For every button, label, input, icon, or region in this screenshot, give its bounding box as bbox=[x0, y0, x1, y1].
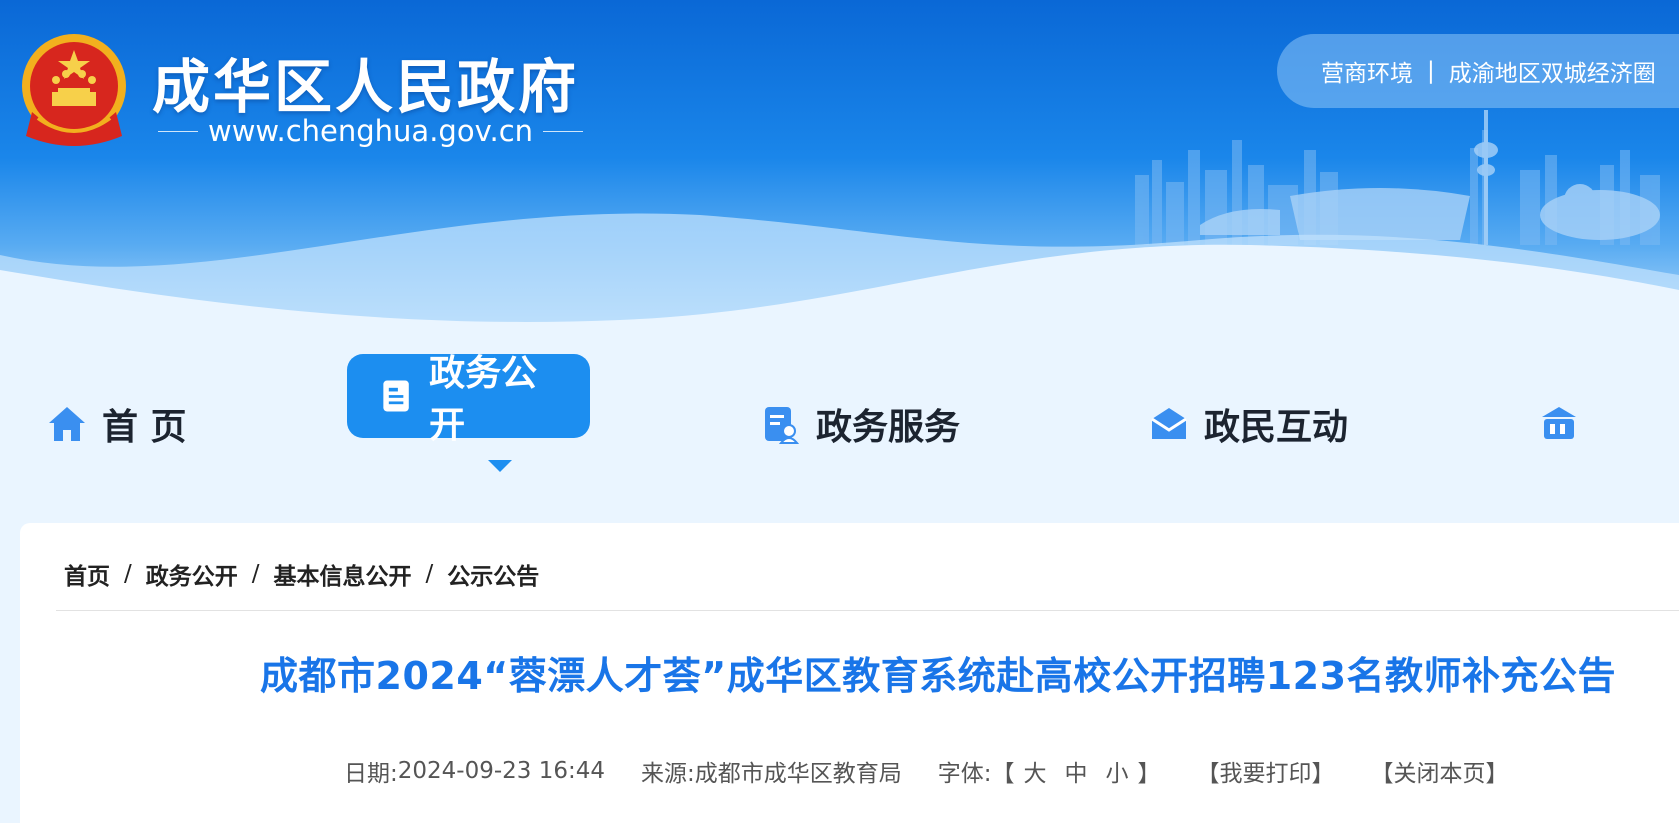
url-decor-line-right bbox=[543, 130, 584, 132]
national-emblem-icon bbox=[22, 34, 126, 146]
font-bracket-open: 【 bbox=[991, 761, 1015, 787]
nav-item-next-partial[interactable] bbox=[1538, 380, 1594, 468]
breadcrumb-gov-affairs-open[interactable]: 政务公开 bbox=[146, 557, 238, 591]
nav-item-gov-services[interactable]: 政务服务 bbox=[760, 380, 960, 468]
article-title: 成都市2024“蓉漂人才荟”成华区教育系统赴高校公开招聘123名教师补充公告 bbox=[260, 654, 1617, 698]
home-icon bbox=[49, 407, 85, 441]
nav-item-label: 政务服务 bbox=[816, 407, 961, 448]
font-size-small-button[interactable]: 小 bbox=[1106, 754, 1129, 788]
article-meta: 日期: 2024-09-23 16:44 来源: 成都市成华区教育局 字体: 【… bbox=[344, 754, 1509, 788]
nav-item-label: 首 页 bbox=[102, 407, 187, 448]
nav-item-label: 政务公开 bbox=[429, 353, 538, 446]
breadcrumb-basic-info[interactable]: 基本信息公开 bbox=[274, 557, 412, 591]
content-panel: 首页 / 政务公开 / 基本信息公开 / 公示公告 成都市2024“蓉漂人才荟”… bbox=[20, 523, 1679, 823]
site-title: 成华区人民政府 bbox=[152, 53, 580, 121]
active-nav-pointer bbox=[488, 460, 512, 472]
breadcrumb-separator: / bbox=[124, 561, 132, 587]
source-label: 来源: bbox=[641, 761, 695, 787]
nav-item-gov-affairs-open[interactable]: 政务公开 bbox=[347, 353, 590, 446]
font-size-medium-button[interactable]: 中 bbox=[1065, 754, 1088, 788]
font-size-large-button[interactable]: 大 bbox=[1024, 754, 1047, 788]
service-icon bbox=[765, 407, 800, 444]
breadcrumb: 首页 / 政务公开 / 基本信息公开 / 公示公告 bbox=[64, 557, 539, 591]
breadcrumb-home[interactable]: 首页 bbox=[64, 557, 110, 591]
font-bracket-close: 】 bbox=[1137, 761, 1161, 787]
top-link-chengyu-circle[interactable]: 成渝地区双城经济圈 bbox=[1449, 54, 1656, 88]
nav-item-home[interactable]: 首 页 bbox=[46, 380, 187, 468]
main-nav: 首 页 政务公开 政务服务 政民互动 bbox=[0, 353, 1679, 470]
site-url-row: www.chenghua.gov.cn bbox=[158, 114, 584, 148]
breadcrumb-announcements[interactable]: 公示公告 bbox=[447, 557, 539, 591]
print-button[interactable]: 【我要打印】 bbox=[1197, 754, 1335, 788]
url-decor-line-left bbox=[158, 130, 198, 132]
document-icon bbox=[383, 380, 409, 412]
top-links-bar: 营商环境 | 成渝地区双城经济圈 bbox=[1277, 34, 1679, 108]
top-links-separator: | bbox=[1427, 58, 1435, 84]
font-size-label: 字体: bbox=[937, 761, 992, 787]
header-banner: 成华区人民政府 www.chenghua.gov.cn 营商环境 | 成渝地区双… bbox=[0, 0, 1679, 350]
date-label: 日期: bbox=[344, 761, 398, 787]
article-source: 成都市成华区教育局 bbox=[694, 761, 902, 787]
publish-date: 2024-09-23 16:44 bbox=[397, 758, 606, 784]
nav-item-public-interaction[interactable]: 政民互动 bbox=[1148, 380, 1348, 468]
mail-icon bbox=[1151, 408, 1187, 439]
building-icon bbox=[1542, 407, 1576, 439]
breadcrumb-separator: / bbox=[425, 561, 434, 587]
site-url: www.chenghua.gov.cn bbox=[208, 114, 534, 148]
nav-item-label: 政民互动 bbox=[1204, 407, 1349, 448]
top-link-business-environment[interactable]: 营商环境 bbox=[1321, 54, 1413, 88]
close-page-button[interactable]: 【关闭本页】 bbox=[1371, 754, 1509, 788]
breadcrumb-separator: / bbox=[251, 561, 260, 587]
breadcrumb-divider bbox=[56, 610, 1679, 611]
